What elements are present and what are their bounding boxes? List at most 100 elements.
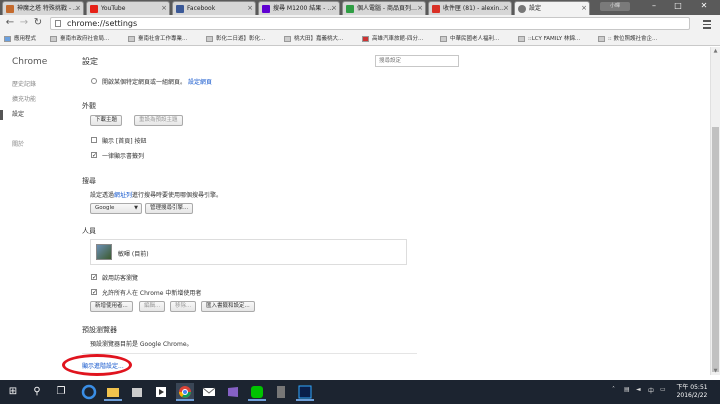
forward-arrow-icon[interactable]: → (18, 17, 30, 29)
taskbar-clock[interactable]: 下午 05:51 2016/2/22 (672, 384, 712, 400)
current-user-label[interactable]: 敏暉 (目前) (118, 249, 149, 258)
tab-title: YouTube (101, 5, 126, 12)
tab-gmail[interactable]: 收件匣 (81) - alexin… × (428, 1, 512, 15)
page-icon (518, 36, 525, 42)
profile-button[interactable]: 小暉 (600, 2, 630, 11)
sidebar-item-extensions[interactable]: 擴充功能 (12, 94, 36, 103)
tab-facebook[interactable]: Facebook × (172, 1, 256, 15)
bookmark-item[interactable]: 臺南市政府社會局... (50, 34, 109, 44)
photoshop-icon[interactable] (296, 383, 314, 401)
startup-radio[interactable] (91, 78, 97, 84)
ime-icon[interactable]: 中 (648, 386, 654, 395)
close-icon[interactable]: × (247, 2, 253, 15)
clock-time: 下午 05:51 (676, 384, 708, 391)
scroll-up-icon[interactable]: ▲ (711, 47, 720, 55)
settings-search-input[interactable] (375, 55, 459, 67)
add-person-label: 允許所有人在 Chrome 中新增使用者 (102, 290, 202, 297)
scroll-thumb[interactable] (712, 127, 719, 372)
tab-youtube[interactable]: YouTube × (86, 1, 170, 15)
chevron-up-icon[interactable]: ˄ (612, 386, 615, 393)
home-button-label: 顯示 [首頁] 按鈕 (102, 138, 147, 145)
remove-person-button[interactable]: 移除... (170, 301, 197, 312)
chrome-menu-icon[interactable] (701, 18, 713, 29)
scroll-down-icon[interactable]: ▼ (711, 367, 720, 375)
edit-person-button[interactable]: 編輯... (139, 301, 166, 312)
edge-icon[interactable] (80, 383, 98, 401)
bookmark-apps[interactable]: 應用程式 (4, 34, 36, 44)
back-arrow-icon[interactable]: ← (4, 17, 16, 29)
close-icon[interactable]: × (75, 2, 81, 15)
tab-title: Facebook (187, 5, 216, 12)
bookmark-item[interactable]: 中華民國老人福利... (440, 34, 499, 44)
bookmark-item[interactable]: ::LCY FAMILY 林錦... (518, 34, 580, 44)
file-explorer-icon[interactable] (104, 383, 122, 401)
tab-title: 個人電腦 - 商品頁列… (357, 5, 417, 12)
page-scrollbar[interactable]: ▲ ▼ (710, 47, 720, 375)
close-icon[interactable]: × (331, 2, 337, 15)
page-icon (362, 36, 369, 42)
omnibox-link[interactable]: 網址列 (114, 192, 132, 199)
tos-favicon-icon (6, 5, 14, 13)
manage-search-engines-button[interactable]: 管理搜尋引擎... (145, 203, 194, 214)
close-icon[interactable]: × (503, 2, 509, 15)
chrome-icon[interactable] (176, 383, 194, 401)
add-person-checkbox[interactable]: ✓ (91, 289, 97, 296)
page-icon (440, 36, 447, 42)
set-pages-link[interactable]: 設定網頁 (188, 79, 212, 86)
search-icon[interactable]: ⚲ (28, 383, 46, 401)
task-view-icon[interactable]: ❐ (52, 383, 70, 401)
minimize-button[interactable]: – (644, 0, 664, 13)
reset-theme-button[interactable]: 重設為預設主題 (134, 115, 183, 126)
import-bookmarks-button[interactable]: 匯入書籤和設定... (201, 301, 255, 312)
media-icon[interactable] (152, 383, 170, 401)
close-icon[interactable]: × (581, 2, 587, 15)
store-icon[interactable] (128, 383, 146, 401)
volume-icon[interactable]: ◄ (636, 386, 641, 393)
mail-icon[interactable] (200, 383, 218, 401)
bookmark-item[interactable]: :: 數位照護社會企... (598, 34, 657, 44)
tab-settings[interactable]: 設定 × (514, 1, 590, 15)
appearance-heading: 外觀 (82, 102, 96, 110)
bookmark-item[interactable]: 高雄汽車旅館-四分... (362, 34, 423, 44)
tab-pc-shop[interactable]: 個人電腦 - 商品頁列… × (342, 1, 426, 15)
bookmarks-bar-checkbox[interactable]: ✓ (91, 152, 97, 159)
gmail-icon (432, 5, 440, 13)
tab-tos[interactable]: 神魔之塔 特殊挑戰 - … × (2, 1, 84, 15)
bookmark-item[interactable]: 桃大田】嘉義桃大... (284, 34, 343, 44)
notification-icon[interactable]: ▭ (660, 386, 666, 393)
active-marker (0, 110, 3, 120)
page-title: 設定 (82, 57, 98, 66)
bookmark-label: ::LCY FAMILY 林錦... (528, 36, 581, 42)
address-bar[interactable]: chrome://settings (50, 17, 690, 30)
tab-yahoo-search[interactable]: 搜尋 M1200 結果 - … × (258, 1, 340, 15)
avatar (96, 244, 112, 260)
sidebar-item-about[interactable]: 關於 (12, 139, 24, 148)
sidebar-item-history[interactable]: 歷史記錄 (12, 79, 36, 88)
youtube-icon (90, 5, 98, 13)
close-icon[interactable]: × (417, 2, 423, 15)
bookmark-item[interactable]: 彰化二日遊】彰化... (206, 34, 265, 44)
user-list: 敏暉 (目前) (90, 239, 407, 265)
bookmark-item[interactable]: 臺南社會工作專業... (128, 34, 187, 44)
network-icon[interactable]: ▤ (624, 386, 630, 393)
bookmark-label: 桃大田】嘉義桃大... (294, 36, 344, 42)
search-engine-select[interactable]: Google ▼ (90, 203, 142, 214)
home-button-checkbox[interactable] (91, 137, 97, 143)
calculator-icon[interactable] (272, 383, 290, 401)
windows-taskbar: ⊞ ⚲ ❐ ˄ ▤ ◄ 中 ▭ 下午 05:51 2016/2/22 (0, 380, 720, 404)
line-icon[interactable] (248, 383, 266, 401)
get-themes-button[interactable]: 下載主題 (90, 115, 123, 126)
maximize-button[interactable]: □ (668, 0, 688, 13)
visual-studio-icon[interactable] (224, 383, 242, 401)
windows-start-icon[interactable]: ⊞ (4, 383, 22, 401)
sidebar-item-settings[interactable]: 設定 (12, 109, 24, 118)
reload-icon[interactable]: ↻ (32, 17, 44, 29)
bookmark-label: :: 數位照護社會企... (608, 36, 658, 42)
close-icon[interactable]: × (161, 2, 167, 15)
page-icon (206, 36, 213, 42)
bookmark-label: 臺南市政府社會局... (60, 36, 110, 42)
add-person-button[interactable]: 新增使用者... (90, 301, 133, 312)
window-close-button[interactable]: ✕ (694, 0, 714, 13)
startup-option: 開啟某個特定網頁或一組網頁。 設定網頁 (102, 77, 212, 86)
guest-browsing-checkbox[interactable]: ✓ (91, 274, 97, 281)
